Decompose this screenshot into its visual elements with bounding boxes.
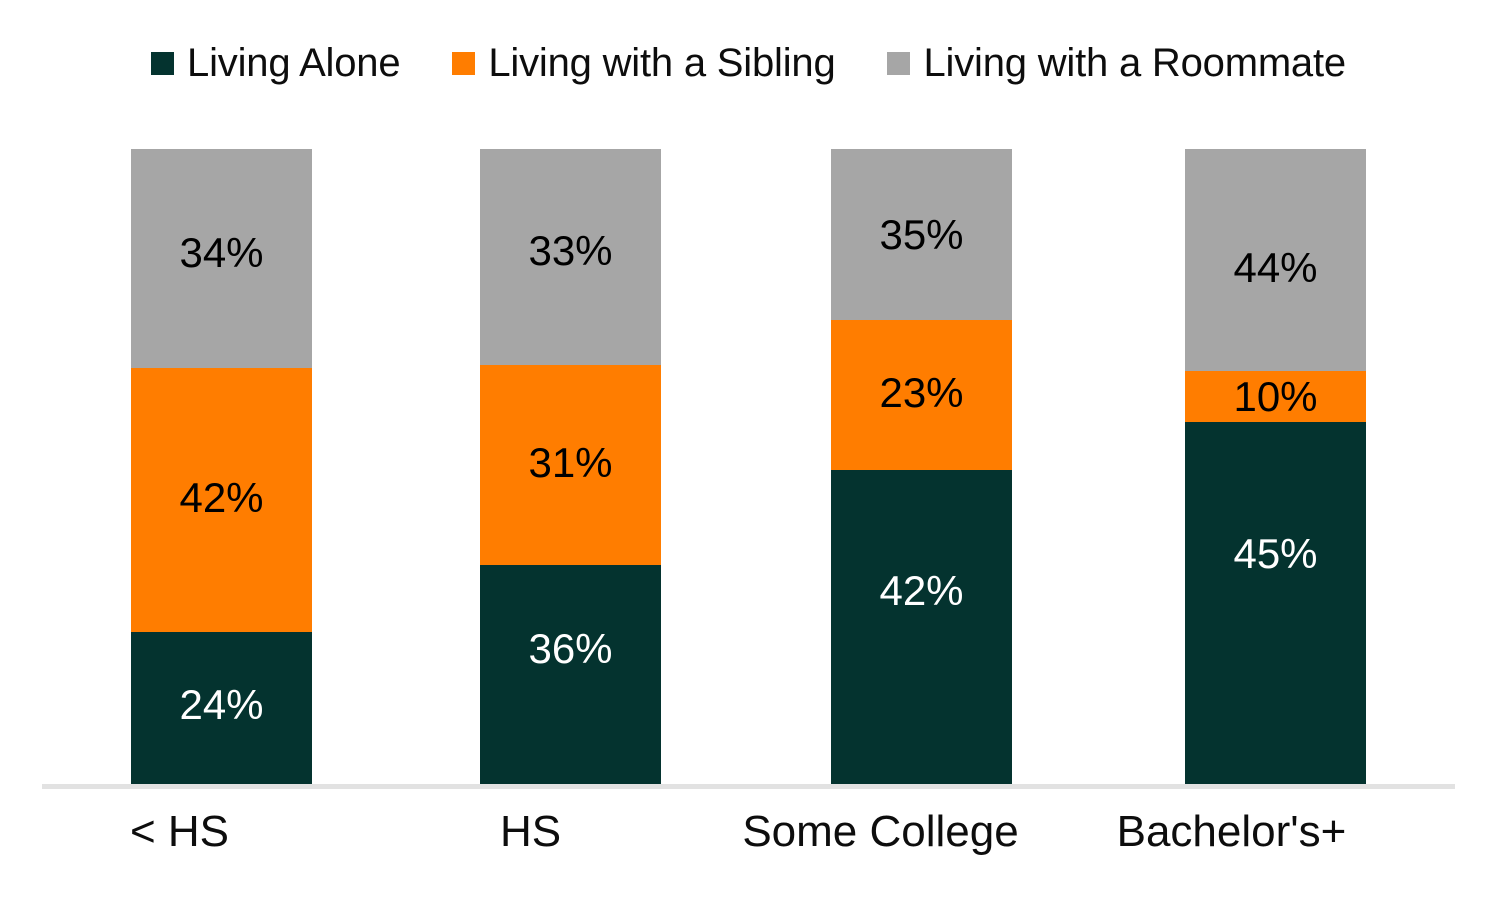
bar-stack: 35% 23% 42%: [831, 149, 1012, 784]
bar-segment-roommate[interactable]: 34%: [131, 149, 312, 369]
legend-item-label: Living with a Roommate: [923, 41, 1346, 85]
bar-segment-alone[interactable]: 24%: [131, 631, 312, 784]
x-axis-label-hs: HS: [499, 807, 562, 856]
bar-segment-roommate[interactable]: 33%: [480, 149, 661, 365]
bar-segment-sibling[interactable]: 42%: [131, 368, 312, 632]
bar-segment-value-label: 10%: [1233, 372, 1318, 420]
square-swatch-icon: [151, 51, 175, 75]
bar-stack: 33% 31% 36%: [480, 149, 661, 784]
bar-segment-value-label: 42%: [879, 566, 964, 614]
bar-segment-value-label: 34%: [179, 228, 264, 276]
bar-segment-value-label: 24%: [179, 680, 264, 728]
bar-segment-sibling[interactable]: 23%: [831, 320, 1012, 470]
bar-segment-value-label: 45%: [1233, 530, 1318, 578]
bar-stack: 34% 42% 24%: [131, 149, 312, 784]
bar-group-lt-hs: 34% 42% 24%: [131, 149, 312, 784]
legend-item-label: Living with a Sibling: [488, 41, 836, 85]
bar-segment-alone[interactable]: 42%: [831, 469, 1012, 784]
x-axis-label-bachelors-plus: Bachelor's+: [1116, 807, 1347, 856]
bar-group-some-college: 35% 23% 42%: [831, 149, 1012, 784]
bar-segment-alone[interactable]: 36%: [480, 564, 661, 784]
bar-group-hs: 33% 31% 36%: [480, 149, 661, 784]
chart-legend: Living Alone Living with a Sibling Livin…: [0, 32, 1497, 94]
bar-segment-value-label: 44%: [1233, 244, 1318, 292]
bar-segment-sibling[interactable]: 31%: [480, 364, 661, 565]
square-swatch-icon: [887, 51, 911, 75]
bar-segment-value-label: 35%: [879, 210, 964, 258]
bar-segment-sibling[interactable]: 10%: [1185, 371, 1366, 423]
bar-segment-value-label: 23%: [879, 369, 964, 417]
stacked-bar-chart: Living Alone Living with a Sibling Livin…: [0, 0, 1497, 897]
bar-segment-value-label: 33%: [528, 226, 613, 274]
bar-segment-value-label: 31%: [528, 438, 613, 486]
square-swatch-icon: [452, 51, 476, 75]
bar-segment-roommate[interactable]: 44%: [1185, 149, 1366, 372]
bar-segment-value-label: 42%: [179, 473, 264, 521]
legend-item-living-alone[interactable]: Living Alone: [151, 41, 401, 85]
x-axis-label-some-college: Some College: [742, 807, 1019, 856]
bar-group-bachelors-plus: 44% 10% 45%: [1185, 149, 1366, 784]
x-axis-baseline: [42, 784, 1455, 789]
bar-segment-alone[interactable]: 45%: [1185, 422, 1366, 784]
x-axis-label-lt-hs: < HS: [129, 807, 230, 856]
bar-stack: 44% 10% 45%: [1185, 149, 1366, 784]
legend-item-label: Living Alone: [187, 41, 401, 85]
bar-segment-value-label: 36%: [528, 625, 613, 673]
legend-item-living-with-a-roommate[interactable]: Living with a Roommate: [887, 41, 1346, 85]
plot-area: 34% 42% 24% 33% 31% 36% 35% 23% 42% 44% …: [42, 149, 1455, 785]
legend-item-living-with-a-sibling[interactable]: Living with a Sibling: [452, 41, 836, 85]
bar-segment-roommate[interactable]: 35%: [831, 149, 1012, 321]
